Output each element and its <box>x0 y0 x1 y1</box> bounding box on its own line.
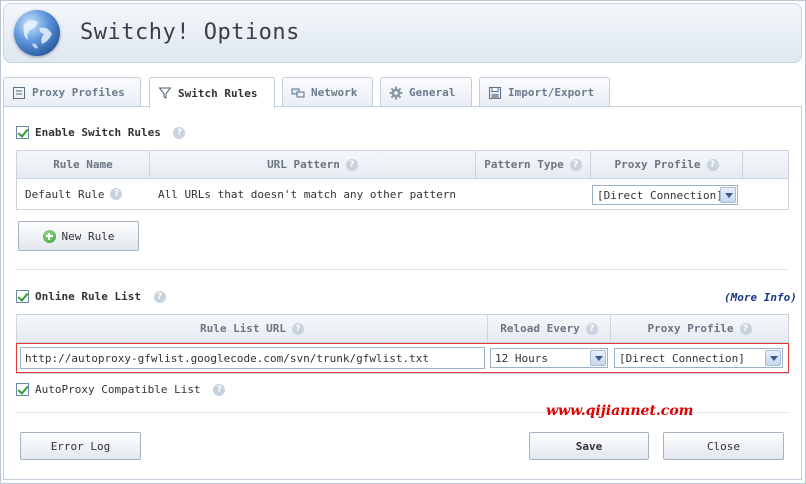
column-header-url-pattern: URL Pattern? <box>150 151 476 179</box>
tab-general[interactable]: General <box>380 77 472 107</box>
tab-label: Import/Export <box>508 86 595 99</box>
header: Switchy! Options <box>3 3 802 63</box>
tab-label: Proxy Profiles <box>32 86 125 99</box>
column-header-reload-every: Reload Every? <box>488 315 611 343</box>
app-title: Switchy! Options <box>80 20 300 45</box>
close-button[interactable]: Close <box>663 432 784 460</box>
switch-rules-table: Rule Name URL Pattern? Pattern Type? Pro… <box>16 150 789 210</box>
reload-every-select[interactable]: 12 Hours <box>490 348 608 368</box>
help-icon[interactable]: ? <box>345 158 358 171</box>
network-icon <box>291 88 305 97</box>
funnel-icon <box>158 87 172 99</box>
proxy-profiles-icon <box>13 86 25 99</box>
url-pattern-cell: All URLs that doesn't match any other pa… <box>158 187 457 201</box>
enable-switch-rules-checkbox[interactable] <box>16 126 29 139</box>
autoproxy-compatible-label: AutoProxy Compatible List ? <box>35 383 226 396</box>
switch-rules-panel: Enable Switch Rules ? Rule Name URL Patt… <box>3 106 802 480</box>
help-icon[interactable]: ? <box>213 384 226 396</box>
gear-icon <box>389 86 403 99</box>
help-icon[interactable]: ? <box>292 322 305 335</box>
enable-switch-rules-label: Enable Switch Rules ? <box>35 126 186 139</box>
tab-label: Network <box>311 86 358 99</box>
help-icon[interactable]: ? <box>706 158 719 171</box>
more-info-link[interactable]: (More Info) <box>724 291 797 304</box>
tab-switch-rules[interactable]: Switch Rules <box>149 77 275 108</box>
rule-name-cell: Default Rule <box>25 187 105 201</box>
column-header-pattern-type: Pattern Type? <box>476 151 591 179</box>
chevron-down-icon <box>590 350 606 366</box>
tab-proxy-profiles[interactable]: Proxy Profiles <box>3 77 141 107</box>
online-list-profile-select[interactable]: [Direct Connection] <box>614 348 783 368</box>
column-header-rule-list-url: Rule List URL? <box>17 315 488 343</box>
help-icon[interactable]: ? <box>585 322 598 335</box>
online-rule-list-checkbox[interactable] <box>16 290 29 303</box>
error-log-button[interactable]: Error Log <box>20 432 141 460</box>
table-row: Default Rule ? <box>17 180 150 208</box>
online-rule-list-label: Online Rule List ? <box>35 290 166 303</box>
tab-import-export[interactable]: Import/Export <box>479 77 610 107</box>
column-header-rule-name: Rule Name <box>17 151 150 179</box>
chevron-down-icon <box>720 187 736 203</box>
default-rule-profile-select[interactable]: [Direct Connection] <box>592 185 738 205</box>
help-icon[interactable]: ? <box>110 188 123 200</box>
options-window: Switchy! Options Proxy Profiles Switch R… <box>0 0 806 484</box>
column-header-actions <box>743 151 788 179</box>
help-icon[interactable]: ? <box>569 158 582 171</box>
divider <box>16 269 789 270</box>
new-rule-button[interactable]: New Rule <box>18 221 139 251</box>
column-header-proxy-profile: Proxy Profile? <box>591 151 743 179</box>
autoproxy-compatible-checkbox[interactable] <box>16 383 29 396</box>
save-button[interactable]: Save <box>529 432 649 460</box>
plus-icon <box>42 229 56 243</box>
chevron-down-icon <box>765 350 781 366</box>
floppy-icon <box>489 86 501 99</box>
tab-label: General <box>409 86 456 99</box>
help-icon[interactable]: ? <box>153 291 166 303</box>
help-icon[interactable]: ? <box>173 127 186 139</box>
rule-list-url-input[interactable]: http://autoproxy-gfwlist.googlecode.com/… <box>20 347 485 369</box>
tab-label: Switch Rules <box>178 86 258 100</box>
globe-icon <box>14 10 60 56</box>
tab-network[interactable]: Network <box>282 77 373 107</box>
column-header-proxy-profile: Proxy Profile? <box>611 315 788 343</box>
watermark-text: www.qijiannet.com <box>546 403 694 419</box>
help-icon[interactable]: ? <box>739 322 752 335</box>
